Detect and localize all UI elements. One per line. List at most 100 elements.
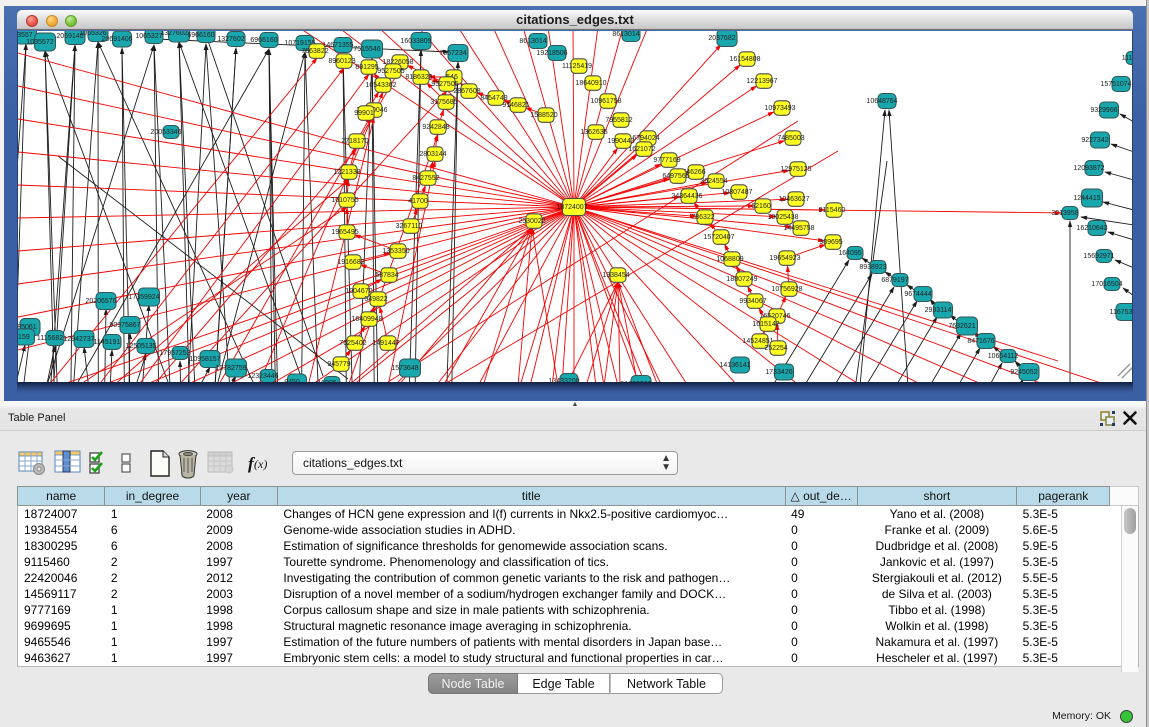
svg-text:6497565: 6497565 bbox=[662, 173, 689, 180]
svg-text:10648764: 10648764 bbox=[866, 98, 897, 105]
svg-text:14524851: 14524851 bbox=[742, 338, 773, 345]
svg-text:9329966: 9329966 bbox=[1090, 107, 1117, 114]
svg-text:116753: 116753 bbox=[1110, 309, 1133, 316]
svg-text:12505135: 12505135 bbox=[125, 343, 156, 350]
svg-text:8960123: 8960123 bbox=[328, 58, 355, 65]
svg-text:587834: 587834 bbox=[375, 272, 398, 279]
svg-text:6794024: 6794024 bbox=[632, 135, 659, 142]
svg-text:16210643: 16210643 bbox=[1076, 225, 1107, 232]
svg-text:8613014: 8613014 bbox=[519, 38, 546, 45]
svg-text:1621072: 1621072 bbox=[628, 146, 655, 153]
svg-text:17957253: 17957253 bbox=[159, 350, 190, 357]
svg-text:90975867: 90975867 bbox=[109, 322, 140, 329]
svg-text:10025438: 10025438 bbox=[767, 214, 798, 221]
svg-text:9242848: 9242848 bbox=[422, 124, 449, 131]
svg-text:6966160: 6966160 bbox=[187, 32, 214, 39]
svg-text:549822: 549822 bbox=[364, 296, 387, 303]
svg-text:9227342: 9227342 bbox=[1081, 137, 1108, 144]
svg-text:20206576: 20206576 bbox=[85, 298, 116, 305]
svg-text:1112: 1112 bbox=[1122, 55, 1133, 62]
svg-text:8613014: 8613014 bbox=[612, 31, 639, 38]
svg-text:1115682: 1115682 bbox=[37, 335, 63, 342]
svg-text:1990443: 1990443 bbox=[607, 138, 634, 145]
svg-text:1221338: 1221338 bbox=[333, 169, 360, 176]
svg-text:6966160: 6966160 bbox=[250, 37, 277, 44]
svg-text:8471676: 8471676 bbox=[967, 338, 994, 345]
svg-text:7955812: 7955812 bbox=[605, 117, 632, 124]
svg-text:10782759: 10782759 bbox=[215, 365, 246, 372]
svg-text:12975125: 12975125 bbox=[780, 166, 811, 173]
svg-text:12093872: 12093872 bbox=[1073, 165, 1104, 172]
svg-text:39159: 39159 bbox=[18, 334, 30, 341]
svg-text:16154808: 16154808 bbox=[729, 56, 760, 63]
svg-text:1244415: 1244415 bbox=[1073, 195, 1100, 202]
svg-text:20053346: 20053346 bbox=[150, 129, 181, 136]
svg-text:1145191: 1145191 bbox=[94, 339, 121, 346]
svg-text:9527505: 9527505 bbox=[377, 68, 404, 75]
svg-text:16409948: 16409948 bbox=[351, 316, 382, 323]
svg-text:1004670: 1004670 bbox=[345, 288, 372, 295]
svg-text:10463627: 10463627 bbox=[778, 196, 809, 203]
svg-text:12213967: 12213967 bbox=[746, 78, 777, 85]
svg-text:7515546: 7515546 bbox=[353, 46, 380, 53]
svg-text:3175685: 3175685 bbox=[430, 99, 457, 106]
svg-text:2087682: 2087682 bbox=[708, 35, 735, 42]
svg-text:7663822: 7663822 bbox=[301, 48, 328, 55]
svg-text:3624554: 3624554 bbox=[700, 178, 727, 185]
svg-text:15692971: 15692971 bbox=[1083, 253, 1114, 260]
svg-text:1615142: 1615142 bbox=[752, 321, 779, 328]
svg-text:(x): (x) bbox=[254, 457, 267, 471]
svg-text:62160: 62160 bbox=[751, 203, 771, 210]
svg-text:12323446: 12323446 bbox=[247, 373, 278, 380]
svg-text:786322: 786322 bbox=[691, 214, 714, 221]
svg-text:6879197: 6879197 bbox=[881, 277, 908, 284]
svg-text:15751074: 15751074 bbox=[1100, 81, 1131, 88]
svg-text:10961758: 10961758 bbox=[590, 98, 621, 105]
svg-text:10807487: 10807487 bbox=[721, 189, 752, 196]
svg-text:1065327: 1065327 bbox=[135, 33, 162, 40]
svg-text:945779: 945779 bbox=[327, 361, 350, 368]
svg-text:10756928: 10756928 bbox=[771, 286, 802, 293]
svg-text:7632621: 7632621 bbox=[948, 323, 975, 330]
svg-text:8186323: 8186323 bbox=[405, 74, 432, 81]
svg-text:7857234: 7857234 bbox=[439, 50, 466, 57]
svg-text:1938454: 1938454 bbox=[602, 272, 629, 279]
svg-text:17016504: 17016504 bbox=[1091, 281, 1122, 288]
svg-text:20691406: 20691406 bbox=[101, 36, 132, 43]
svg-text:10543362: 10543362 bbox=[365, 82, 396, 89]
svg-text:13433200: 13433200 bbox=[548, 378, 579, 382]
svg-text:2933114: 2933114 bbox=[925, 307, 952, 314]
svg-text:41700: 41700 bbox=[408, 198, 428, 205]
svg-text:1353350: 1353350 bbox=[382, 248, 409, 255]
svg-text:10958157: 10958157 bbox=[189, 356, 220, 363]
svg-text:99901: 99901 bbox=[354, 110, 374, 117]
svg-text:8454749: 8454749 bbox=[480, 95, 507, 102]
svg-text:1362635: 1362635 bbox=[580, 129, 607, 136]
svg-text:18640910: 18640910 bbox=[575, 80, 606, 87]
svg-text:18807249: 18807249 bbox=[726, 276, 757, 283]
svg-text:9777169: 9777169 bbox=[653, 157, 680, 164]
svg-text:9115460: 9115460 bbox=[819, 207, 846, 214]
svg-text:3267110: 3267110 bbox=[396, 223, 423, 230]
svg-text:7625402: 7625402 bbox=[339, 340, 366, 347]
svg-text:2803144: 2803144 bbox=[419, 151, 446, 158]
svg-text:9934067: 9934067 bbox=[739, 298, 766, 305]
svg-text:10973493: 10973493 bbox=[764, 105, 795, 112]
svg-text:1733426: 1733426 bbox=[765, 369, 792, 376]
svg-text:10654112: 10654112 bbox=[988, 353, 1019, 360]
svg-text:9146821: 9146821 bbox=[502, 102, 529, 109]
svg-text:9450: 9450 bbox=[284, 379, 300, 382]
svg-text:1491447: 1491447 bbox=[372, 340, 399, 347]
svg-text:91769367: 91769367 bbox=[620, 381, 651, 382]
svg-text:1327602: 1327602 bbox=[217, 36, 244, 43]
svg-text:252254: 252254 bbox=[764, 345, 787, 352]
svg-text:14495758: 14495758 bbox=[783, 225, 814, 232]
svg-text:1916682: 1916682 bbox=[337, 259, 364, 266]
svg-text:19654923: 19654923 bbox=[769, 255, 800, 262]
svg-text:9245052: 9245052 bbox=[1010, 369, 1037, 376]
svg-text:2867608: 2867608 bbox=[453, 88, 480, 95]
svg-text:1068809: 1068809 bbox=[716, 256, 743, 263]
svg-text:8427552: 8427552 bbox=[412, 175, 439, 182]
svg-text:15720407: 15720407 bbox=[703, 234, 734, 241]
svg-text:164095: 164095 bbox=[838, 250, 861, 257]
